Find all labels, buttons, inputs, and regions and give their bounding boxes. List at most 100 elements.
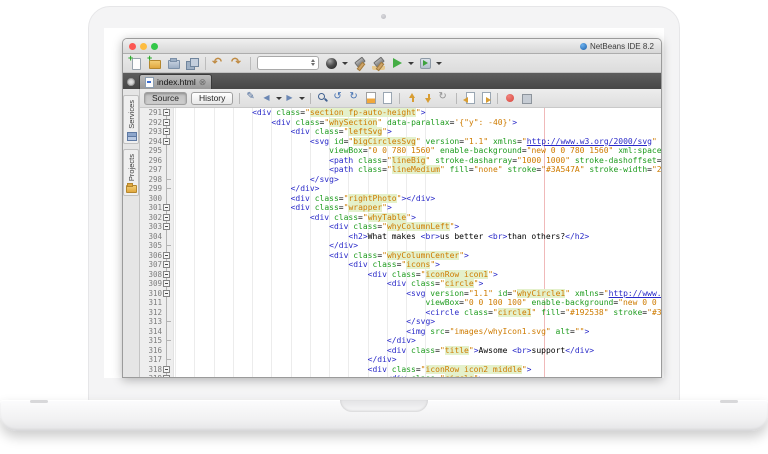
- code-fold-toggle[interactable]: [163, 204, 170, 211]
- line-number: 318: [140, 365, 164, 374]
- undo-icon[interactable]: [212, 57, 225, 70]
- code-fold-toggle[interactable]: [163, 138, 170, 145]
- new-file-icon[interactable]: [129, 57, 142, 70]
- code-line[interactable]: <div class="rightPhoto"></div>: [175, 194, 661, 204]
- shift-right-icon[interactable]: [479, 92, 491, 104]
- code-fold-toggle[interactable]: [163, 252, 170, 259]
- code-fold-toggle[interactable]: [163, 109, 170, 116]
- record-macro-icon[interactable]: [504, 92, 516, 104]
- sidebar-tab-label: Projects: [127, 154, 136, 181]
- document-switcher-button[interactable]: [127, 78, 135, 86]
- code-line[interactable]: </svg>: [175, 175, 661, 185]
- code-fold-toggle[interactable]: [163, 271, 170, 278]
- code-line[interactable]: <div class="leftSvg">: [175, 127, 661, 137]
- dropdown-caret-icon[interactable]: [298, 92, 304, 105]
- code-fold-toggle[interactable]: [163, 366, 170, 373]
- last-edit-icon[interactable]: [246, 92, 258, 104]
- code-line[interactable]: <div class="icons">: [175, 260, 661, 270]
- code-line[interactable]: <div class="iconRow icon1">: [175, 270, 661, 280]
- code-fold-toggle[interactable]: [163, 290, 170, 297]
- sidebar-tab-services[interactable]: Services: [123, 95, 139, 144]
- code-line[interactable]: </div>: [175, 184, 661, 194]
- sidebar-tab-projects[interactable]: Projects: [123, 149, 139, 196]
- dropdown-caret-icon[interactable]: [341, 57, 347, 70]
- code-line[interactable]: <div class="whyColumnLeft">: [175, 222, 661, 232]
- gutter-row: 308: [140, 270, 173, 280]
- gutter-row: 302: [140, 213, 173, 223]
- code-line[interactable]: <circle class="circle1" fill="#192538" s…: [175, 308, 661, 318]
- tab-index-html[interactable]: index.html ⊗: [139, 74, 212, 89]
- fold-end-mark: [167, 359, 171, 360]
- traffic-lights: [129, 43, 158, 50]
- debug-icon[interactable]: [419, 57, 432, 70]
- history-view-button[interactable]: History: [191, 92, 233, 105]
- gutter-row: 319: [140, 374, 173, 377]
- code-line[interactable]: <div class="whyTable">: [175, 213, 661, 223]
- build-icon[interactable]: [353, 57, 366, 70]
- previous-bookmark-icon[interactable]: [422, 92, 434, 104]
- gutter-row: 293: [140, 127, 173, 137]
- dropdown-caret-icon[interactable]: [435, 57, 441, 70]
- code-line[interactable]: <div class="iconRow icon2 middle">: [175, 365, 661, 375]
- code-line[interactable]: <img src="images/whyIcon1.svg" alt="">: [175, 327, 661, 337]
- close-tab-icon[interactable]: ⊗: [199, 78, 207, 87]
- window-titlebar[interactable]: NetBeans IDE 8.2: [123, 39, 661, 54]
- code-fold-toggle[interactable]: [163, 223, 170, 230]
- dropdown-caret-icon[interactable]: [407, 57, 413, 70]
- code-line[interactable]: <div class="wrapper">: [175, 203, 661, 213]
- window-title: NetBeans IDE 8.2: [590, 42, 654, 51]
- browser-icon[interactable]: [325, 57, 338, 70]
- code-line[interactable]: </div>: [175, 241, 661, 251]
- code-fold-toggle[interactable]: [163, 214, 170, 221]
- open-project-icon[interactable]: [167, 57, 180, 70]
- find-next-icon[interactable]: [349, 92, 361, 104]
- config-combobox[interactable]: [257, 56, 319, 70]
- source-view-button[interactable]: Source: [144, 92, 187, 105]
- code-line[interactable]: <div class="whySection" data-parallax='{…: [175, 118, 661, 128]
- laptop-lid-scoop: [340, 400, 428, 412]
- code-fold-toggle[interactable]: [163, 375, 170, 377]
- toggle-bookmark-icon[interactable]: [438, 92, 450, 104]
- code-line[interactable]: <path class="lineBig" stroke-dasharray="…: [175, 156, 661, 166]
- find-previous-icon[interactable]: [333, 92, 345, 104]
- zoom-window-button[interactable]: [151, 43, 158, 50]
- save-all-icon[interactable]: [186, 57, 199, 70]
- code-line[interactable]: viewBox="0 0 100 100" enable-background=…: [175, 298, 661, 308]
- dropdown-caret-icon[interactable]: [275, 92, 281, 105]
- minimize-window-button[interactable]: [140, 43, 147, 50]
- code-line[interactable]: </svg>: [175, 317, 661, 327]
- new-project-icon[interactable]: [148, 57, 161, 70]
- code-fold-toggle[interactable]: [163, 119, 170, 126]
- redo-icon[interactable]: [231, 57, 244, 70]
- clean-build-icon[interactable]: [372, 57, 385, 70]
- combo-stepper-icon[interactable]: [309, 58, 316, 67]
- stop-macro-icon[interactable]: [520, 92, 532, 104]
- forward-icon[interactable]: [285, 92, 297, 104]
- toggle-highlight-icon[interactable]: [365, 92, 377, 104]
- code-fold-toggle[interactable]: [163, 128, 170, 135]
- code-line[interactable]: <div class="circle">: [175, 279, 661, 289]
- find-selection-icon[interactable]: [317, 92, 329, 104]
- code-line[interactable]: viewBox="0 0 780 1560" enable-background…: [175, 146, 661, 156]
- code-fold-toggle[interactable]: [163, 261, 170, 268]
- select-document-icon[interactable]: [381, 92, 393, 104]
- code-line[interactable]: <div class="circle">: [175, 374, 661, 377]
- code-fold-toggle[interactable]: [163, 280, 170, 287]
- code-line[interactable]: <svg id="bigCirclesSvg" version="1.1" xm…: [175, 137, 661, 147]
- run-icon[interactable]: [391, 57, 404, 70]
- code-line[interactable]: </div>: [175, 355, 661, 365]
- shift-left-icon[interactable]: [463, 92, 475, 104]
- code-area[interactable]: <div class="section fp-auto-height"> <di…: [174, 108, 661, 377]
- gutter-row: 305: [140, 241, 173, 251]
- next-bookmark-icon[interactable]: [406, 92, 418, 104]
- code-line[interactable]: <h2>What makes <br>us better <br>than ot…: [175, 232, 661, 242]
- code-line[interactable]: <div class="whyColumnCenter">: [175, 251, 661, 261]
- back-icon[interactable]: [262, 92, 274, 104]
- code-line[interactable]: <div class="title">Awsome <br>support</d…: [175, 346, 661, 356]
- code-line[interactable]: <div class="section fp-auto-height">: [175, 108, 661, 118]
- code-line[interactable]: <svg version="1.1" id="whyCircle1" xmlns…: [175, 289, 661, 299]
- code-line[interactable]: </div>: [175, 336, 661, 346]
- line-number: 291: [140, 108, 164, 117]
- code-line[interactable]: <path class="lineMedium" fill="none" str…: [175, 165, 661, 175]
- close-window-button[interactable]: [129, 43, 136, 50]
